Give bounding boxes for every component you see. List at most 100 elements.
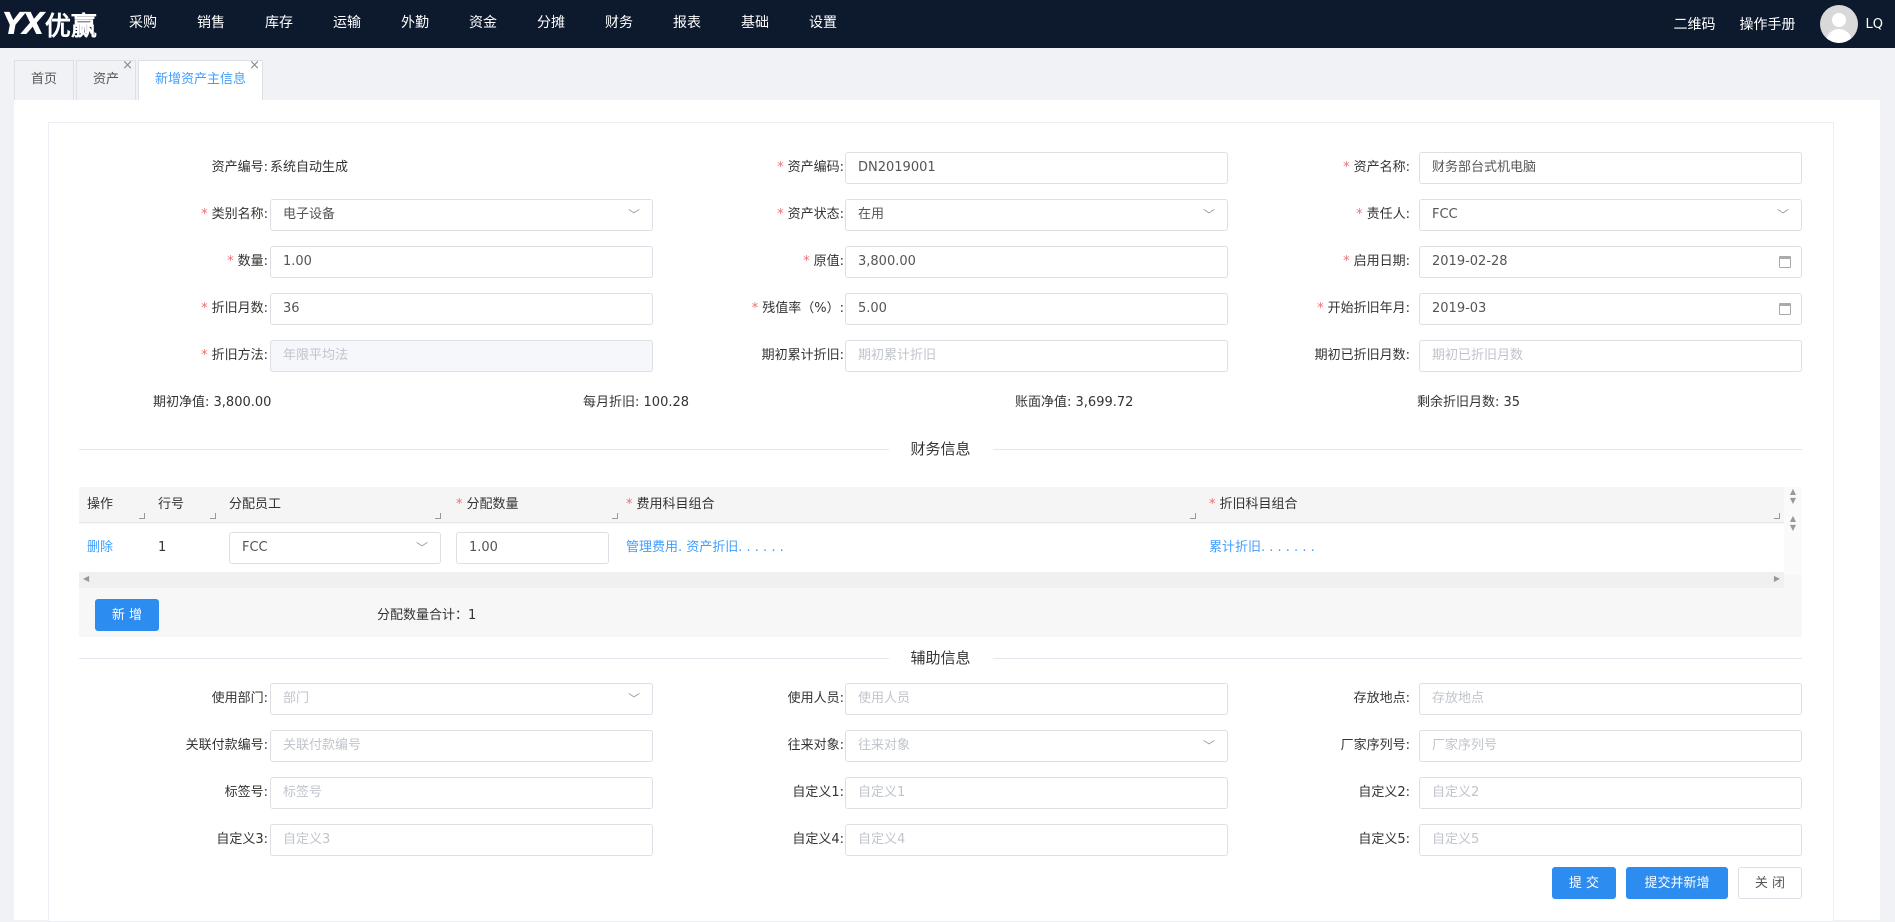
partner-label: 往来对象: [787,738,844,753]
start-date-picker[interactable]: 2019-02-28 [1419,246,1802,278]
resize-handle-icon[interactable] [612,513,618,519]
calendar-icon [1779,303,1791,315]
resize-handle-icon[interactable] [139,513,145,519]
custom5-input[interactable]: 自定义5 [1419,824,1802,856]
employee-select[interactable]: FCC ﹀ [229,532,441,564]
status-select[interactable]: 在用 ﹀ [845,199,1228,231]
start-date-label: * 启用日期: [1343,254,1410,269]
chevron-down-icon: ﹀ [1202,739,1215,753]
dept-select[interactable]: 部门 ﹀ [270,683,653,715]
alloc-qty-input[interactable]: 1.00 [456,532,609,564]
custom2-input[interactable]: 自定义2 [1419,777,1802,809]
chevron-down-icon: ﹀ [1776,208,1789,222]
vertical-scrollbar[interactable]: ▲ ▼ ▲ ▼ [1784,487,1802,575]
resize-handle-icon[interactable] [1774,513,1780,519]
init-accum-input[interactable]: 期初累计折旧 [845,340,1228,372]
resize-handle-icon[interactable] [1190,513,1196,519]
submit-and-new-button[interactable]: 提交并新增 [1626,867,1728,899]
menu-item-funds[interactable]: 资金 [449,0,517,48]
user-input[interactable]: 使用人员 [845,683,1228,715]
menu-item-transport[interactable]: 运输 [313,0,381,48]
menu-item-inventory[interactable]: 库存 [245,0,313,48]
custom5-label: 自定义5: [1358,832,1410,847]
custom3-input[interactable]: 自定义3 [270,824,653,856]
category-label: * 类别名称: [201,207,268,222]
custom3-label: 自定义3: [216,832,268,847]
user-name[interactable]: LQ [1866,17,1883,32]
menu-item-settings[interactable]: 设置 [789,0,857,48]
resize-handle-icon[interactable] [435,513,441,519]
add-row-button[interactable]: 新 增 [95,599,159,631]
asset-no-value: 系统自动生成 [270,160,349,175]
tab-label: 新增资产主信息 [155,72,247,87]
residual-rate-input[interactable]: 5.00 [845,293,1228,325]
monthly-depr-summary: 每月折旧: 100.28 [583,395,690,410]
col-op: 操作 [87,497,114,512]
custom1-input[interactable]: 自定义1 [845,777,1228,809]
allocation-grid: 操作 行号 分配员工 * 分配数量 * 费用科目组合 * 折旧科目组合 删除 1 FC… [79,487,1802,589]
remain-months-summary: 剩余折旧月数: 35 [1417,395,1521,410]
chevron-down-icon: ﹀ [1202,208,1215,222]
menu-item-reports[interactable]: 报表 [653,0,721,48]
expense-account-link[interactable]: 管理费用. 资产折旧. . . . . . [626,524,784,572]
avatar[interactable] [1819,5,1858,43]
aux-section-title: 辅助信息 [888,648,993,668]
resize-handle-icon[interactable] [210,513,216,519]
submit-button[interactable]: 提 交 [1552,867,1616,899]
menu-item-purchase[interactable]: 采购 [109,0,177,48]
category-select[interactable]: 电子设备 ﹀ [270,199,653,231]
original-value-input[interactable]: 3,800.00 [845,246,1228,278]
menu-item-field[interactable]: 外勤 [381,0,449,48]
col-depr: * 折旧科目组合 [1209,497,1298,512]
depr-start-picker[interactable]: 2019-03 [1419,293,1802,325]
close-icon[interactable]: × [122,59,133,73]
horizontal-scrollbar[interactable]: ◀ ▶ [79,572,1784,588]
dept-label: 使用部门: [211,691,268,706]
grid-footer [79,589,1802,637]
tab-new-asset[interactable]: 新增资产主信息 × [138,59,264,100]
qty-total: 分配数量合计：1 [377,608,477,623]
app-logo[interactable]: YX 优赢 [0,0,100,48]
chevron-down-icon: ﹀ [627,208,640,222]
menu-item-sales[interactable]: 销售 [177,0,245,48]
asset-name-label: * 资产名称: [1343,160,1410,175]
asset-code-input[interactable]: DN2019001 [845,152,1228,184]
original-value-label: * 原值: [803,254,844,269]
serial-input[interactable]: 厂家序列号 [1419,730,1802,762]
tag-label: 标签号: [224,785,268,800]
delete-row-link[interactable]: 删除 [87,524,113,572]
chevron-down-icon: ﹀ [415,541,428,555]
init-accum-label: 期初累计折旧: [761,348,844,363]
tab-assets[interactable]: 资产 × [76,59,137,100]
status-label: * 资产状态: [777,207,844,222]
close-icon[interactable]: × [249,59,260,73]
depr-method-input: 年限平均法 [270,340,653,372]
depr-account-link[interactable]: 累计折旧. . . . . . . [1209,524,1315,572]
init-months-input[interactable]: 期初已折旧月数 [1419,340,1802,372]
quantity-input[interactable]: 1.00 [270,246,653,278]
serial-label: 厂家序列号: [1340,738,1410,753]
quantity-label: * 数量: [227,254,268,269]
menu-item-basics[interactable]: 基础 [721,0,789,48]
payment-no-input[interactable]: 关联付款编号 [270,730,653,762]
tag-input[interactable]: 标签号 [270,777,653,809]
owner-select[interactable]: FCC ﹀ [1419,199,1802,231]
close-button[interactable]: 关 闭 [1738,867,1802,899]
partner-select[interactable]: 往来对象 ﹀ [845,730,1228,762]
custom1-label: 自定义1: [792,785,844,800]
menu-item-allocation[interactable]: 分摊 [517,0,585,48]
location-input[interactable]: 存放地点 [1419,683,1802,715]
page-tabs: 首页 资产 × 新增资产主信息 × [14,59,265,100]
asset-name-input[interactable]: 财务部台式机电脑 [1419,152,1802,184]
depr-months-label: * 折旧月数: [201,301,268,316]
init-months-label: 期初已折旧月数: [1314,348,1410,363]
row-line-no: 1 [158,540,167,555]
depr-months-input[interactable]: 36 [270,293,653,325]
custom4-input[interactable]: 自定义4 [845,824,1228,856]
grid-header: 操作 行号 分配员工 * 分配数量 * 费用科目组合 * 折旧科目组合 [79,487,1784,523]
qr-code-link[interactable]: 二维码 [1674,14,1716,34]
chevron-down-icon: ﹀ [627,692,640,706]
manual-link[interactable]: 操作手册 [1740,14,1796,34]
tab-home[interactable]: 首页 [14,60,75,100]
menu-item-finance[interactable]: 财务 [585,0,653,48]
